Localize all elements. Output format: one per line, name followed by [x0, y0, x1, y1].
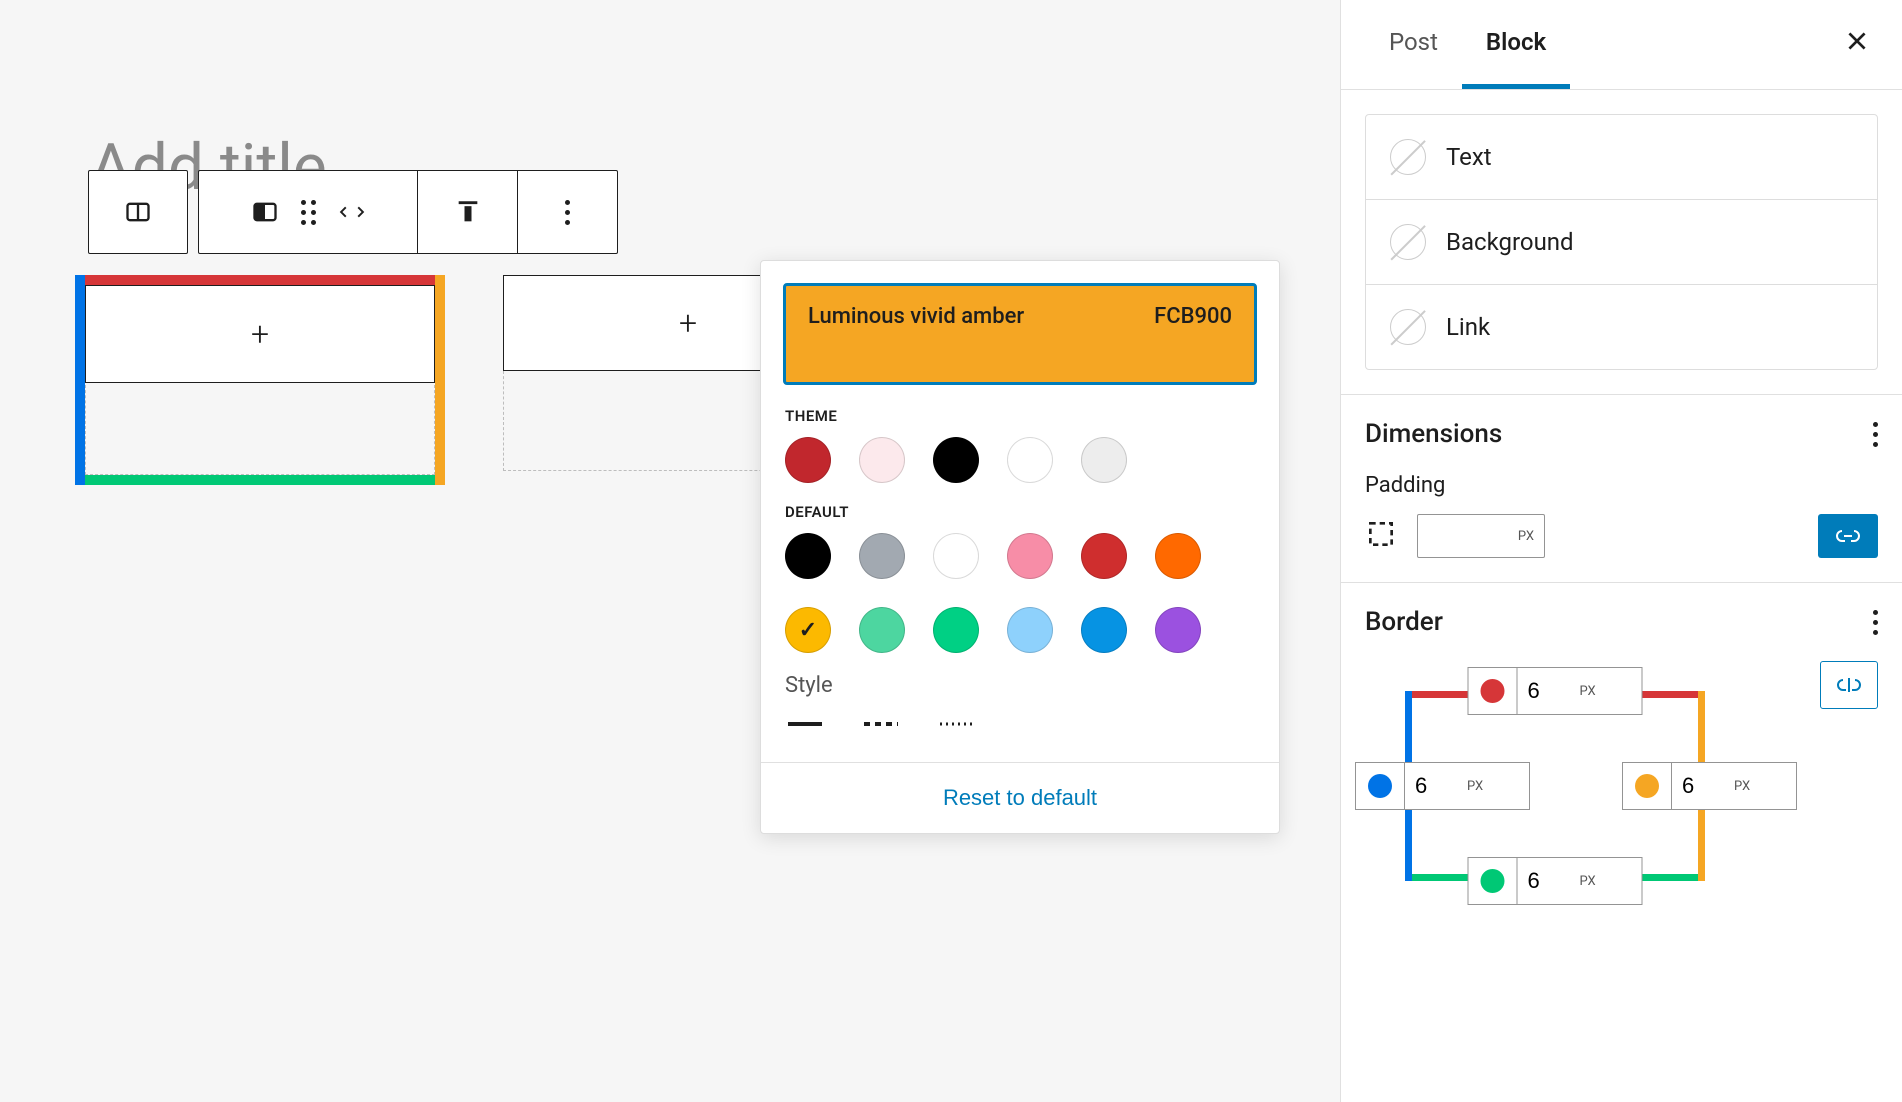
panel-options-button[interactable] — [1873, 422, 1878, 447]
drag-handle-icon[interactable] — [301, 200, 316, 225]
color-swatch[interactable] — [1155, 533, 1201, 579]
color-row-link[interactable]: Link — [1366, 285, 1877, 369]
panel-options-button[interactable] — [1873, 610, 1878, 635]
border-left-width-input[interactable] — [1405, 773, 1457, 799]
columns-block: + + — [75, 275, 873, 485]
color-swatch[interactable] — [859, 437, 905, 483]
no-color-icon — [1390, 224, 1426, 260]
border-bottom-color[interactable] — [1481, 869, 1505, 893]
padding-unit: PX — [1518, 529, 1534, 544]
link-sides-button[interactable] — [1818, 514, 1878, 558]
color-swatch[interactable] — [859, 607, 905, 653]
color-row-label: Link — [1446, 313, 1490, 341]
color-row-text[interactable]: Text — [1366, 115, 1877, 200]
more-vertical-icon — [565, 200, 570, 225]
reset-to-default-button[interactable]: Reset to default — [943, 785, 1097, 811]
block-appender[interactable]: + — [85, 285, 435, 383]
tab-post[interactable]: Post — [1365, 0, 1462, 89]
color-swatch[interactable] — [933, 533, 979, 579]
color-swatch[interactable] — [1007, 607, 1053, 653]
color-swatch[interactable] — [1081, 437, 1127, 483]
unit-label: PX — [1724, 779, 1760, 794]
border-visualizer: PX PX PX PX — [1365, 671, 1745, 901]
color-swatch[interactable] — [859, 533, 905, 579]
border-style-options — [785, 712, 1255, 736]
block-type-button[interactable] — [88, 170, 188, 254]
selected-color-name: Luminous vivid amber — [808, 304, 1024, 329]
color-row-background[interactable]: Background — [1366, 200, 1877, 285]
align-button[interactable] — [418, 170, 518, 254]
color-row-label: Text — [1446, 143, 1492, 171]
column-block-selected[interactable]: + — [75, 275, 445, 485]
color-swatch[interactable] — [785, 437, 831, 483]
align-top-icon — [454, 198, 482, 226]
border-left-input[interactable]: PX — [1355, 762, 1530, 810]
border-style-label: Style — [785, 673, 1255, 698]
color-panel: Text Background Link — [1341, 90, 1902, 394]
color-swatch[interactable] — [1007, 437, 1053, 483]
editor-canvas[interactable]: Add title — [0, 0, 1340, 1102]
column-icon[interactable] — [251, 198, 279, 226]
border-top-input[interactable]: PX — [1468, 667, 1643, 715]
border-left-color[interactable] — [1368, 774, 1392, 798]
tab-block[interactable]: Block — [1462, 0, 1570, 89]
dimensions-panel: Dimensions Padding PX — [1341, 394, 1902, 582]
unit-label: PX — [1570, 684, 1606, 699]
color-swatch[interactable] — [1007, 533, 1053, 579]
border-right-input[interactable]: PX — [1622, 762, 1797, 810]
theme-palette — [785, 437, 1255, 483]
color-row-label: Background — [1446, 228, 1574, 256]
color-picker-popover: Luminous vivid amber FCB900 Theme Defaul… — [760, 260, 1280, 834]
more-options-button[interactable] — [518, 170, 618, 254]
sidebar-tabs: Post Block — [1341, 0, 1902, 90]
close-icon — [1844, 28, 1870, 54]
style-dashed[interactable] — [861, 712, 901, 736]
color-swatch[interactable] — [933, 607, 979, 653]
border-top-color[interactable] — [1481, 679, 1505, 703]
padding-label: Padding — [1365, 473, 1878, 498]
columns-icon — [124, 198, 152, 226]
dimensions-title: Dimensions — [1365, 419, 1502, 449]
style-dotted[interactable] — [937, 712, 977, 736]
color-swatch[interactable] — [1155, 607, 1201, 653]
block-toolbar — [88, 170, 618, 254]
border-bottom-input[interactable]: PX — [1468, 857, 1643, 905]
no-color-icon — [1390, 139, 1426, 175]
border-bottom-width-input[interactable] — [1518, 868, 1570, 894]
settings-sidebar: Post Block Text Background Link — [1340, 0, 1902, 1102]
unlink-sides-button[interactable] — [1820, 661, 1878, 709]
padding-sides-icon[interactable] — [1365, 518, 1401, 554]
border-right-width-input[interactable] — [1672, 773, 1724, 799]
style-solid[interactable] — [785, 712, 825, 736]
plus-icon: + — [679, 304, 697, 342]
unit-label: PX — [1457, 779, 1493, 794]
border-title: Border — [1365, 607, 1443, 637]
unit-label: PX — [1570, 874, 1606, 889]
color-swatch[interactable] — [785, 607, 831, 653]
padding-input[interactable]: PX — [1417, 514, 1545, 558]
move-left-right-icon[interactable] — [338, 198, 366, 226]
color-swatch[interactable] — [1081, 533, 1127, 579]
toolbar-transform-group — [198, 170, 418, 254]
theme-palette-label: Theme — [785, 407, 1255, 425]
link-icon — [1835, 527, 1861, 545]
close-sidebar-button[interactable] — [1836, 19, 1878, 70]
selected-color-hex: FCB900 — [1154, 304, 1232, 329]
default-palette-label: Default — [785, 503, 1255, 521]
border-right-color[interactable] — [1635, 774, 1659, 798]
color-swatch[interactable] — [933, 437, 979, 483]
border-top-width-input[interactable] — [1518, 678, 1570, 704]
unlink-icon — [1836, 676, 1862, 694]
default-palette — [785, 533, 1255, 653]
color-swatch[interactable] — [785, 533, 831, 579]
selected-color-preview[interactable]: Luminous vivid amber FCB900 — [783, 283, 1257, 385]
border-panel: Border PX PX PX — [1341, 582, 1902, 925]
no-color-icon — [1390, 309, 1426, 345]
column-placeholder-area — [85, 385, 435, 475]
plus-icon: + — [251, 315, 269, 353]
color-swatch[interactable] — [1081, 607, 1127, 653]
